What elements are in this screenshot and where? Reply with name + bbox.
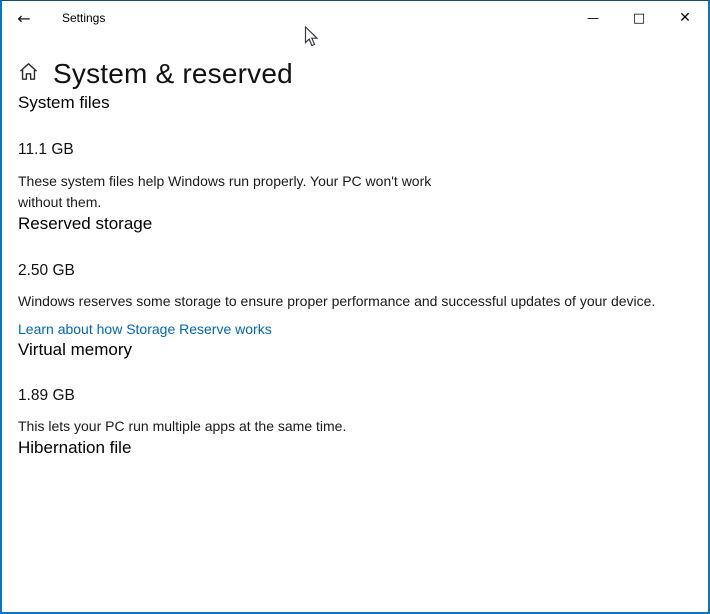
maximize-button[interactable]: □: [616, 1, 662, 35]
reserved-storage-description: Windows reserves some storage to ensure …: [18, 293, 656, 309]
page-title: System & reserved: [53, 58, 293, 89]
storage-reserve-link[interactable]: Learn about how Storage Reserve works: [18, 319, 272, 339]
minimize-icon: —: [587, 11, 599, 25]
virtual-memory-size: 1.89 GB: [18, 387, 75, 404]
minimize-button[interactable]: —: [570, 1, 616, 35]
back-icon: ←: [17, 8, 31, 28]
home-icon: [18, 61, 39, 87]
virtual-memory-description: This lets your PC run multiple apps at t…: [18, 418, 347, 434]
close-icon: ✕: [679, 10, 691, 26]
titlebar: ← Settings — □ ✕: [2, 1, 708, 35]
back-button[interactable]: ←: [2, 1, 46, 35]
reserved-storage-size: 2.50 GB: [18, 262, 75, 279]
system-files-heading: System files: [18, 93, 110, 112]
page-header: System & reserved: [18, 56, 690, 92]
window-controls: — □ ✕: [570, 1, 708, 35]
maximize-icon: □: [632, 10, 646, 26]
window-title: Settings: [62, 11, 106, 25]
virtual-memory-heading: Virtual memory: [18, 340, 132, 359]
system-files-description: These system files help Windows run prop…: [18, 173, 432, 210]
section-system-files: System files 11.1 GB These system files …: [18, 92, 690, 213]
hibernation-file-heading: Hibernation file: [18, 438, 132, 457]
close-button[interactable]: ✕: [662, 1, 708, 35]
settings-window: ← Settings — □ ✕ System & reserved Syste…: [0, 0, 710, 614]
section-hibernation-file: Hibernation file: [18, 437, 690, 459]
page-content: System & reserved System files 11.1 GB T…: [2, 56, 708, 459]
section-virtual-memory: Virtual memory 1.89 GB This lets your PC…: [18, 339, 690, 437]
section-reserved-storage: Reserved storage 2.50 GB Windows reserve…: [18, 213, 690, 339]
system-files-size: 11.1 GB: [18, 141, 74, 158]
reserved-storage-heading: Reserved storage: [18, 214, 153, 233]
